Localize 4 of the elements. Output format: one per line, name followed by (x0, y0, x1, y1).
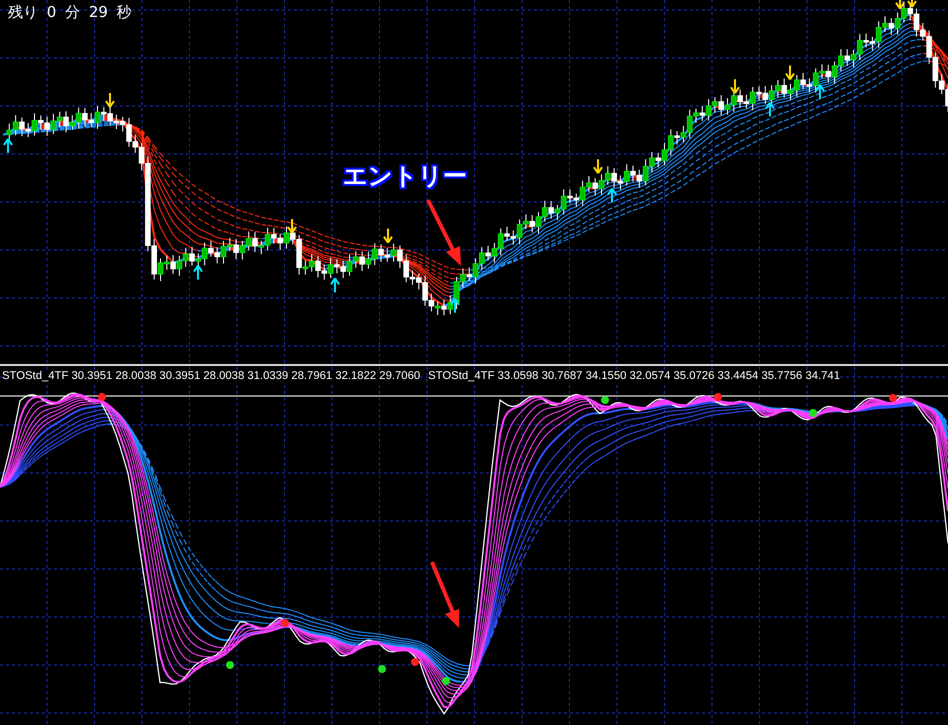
indicator-label: STOStd_4TF 33.0598 30.7687 34.1550 32.0574 35.0726 33.4454 35.7756 34.741 (428, 370, 840, 382)
entry-annotation: エントリー (343, 161, 467, 192)
countdown-timer: 残り 0 分 29 秒 (8, 3, 132, 22)
indicator-label: STOStd_4TF 30.3951 28.0038 30.3951 28.0038 31.0339 28.7961 32.1822 29.7060 (2, 370, 420, 382)
